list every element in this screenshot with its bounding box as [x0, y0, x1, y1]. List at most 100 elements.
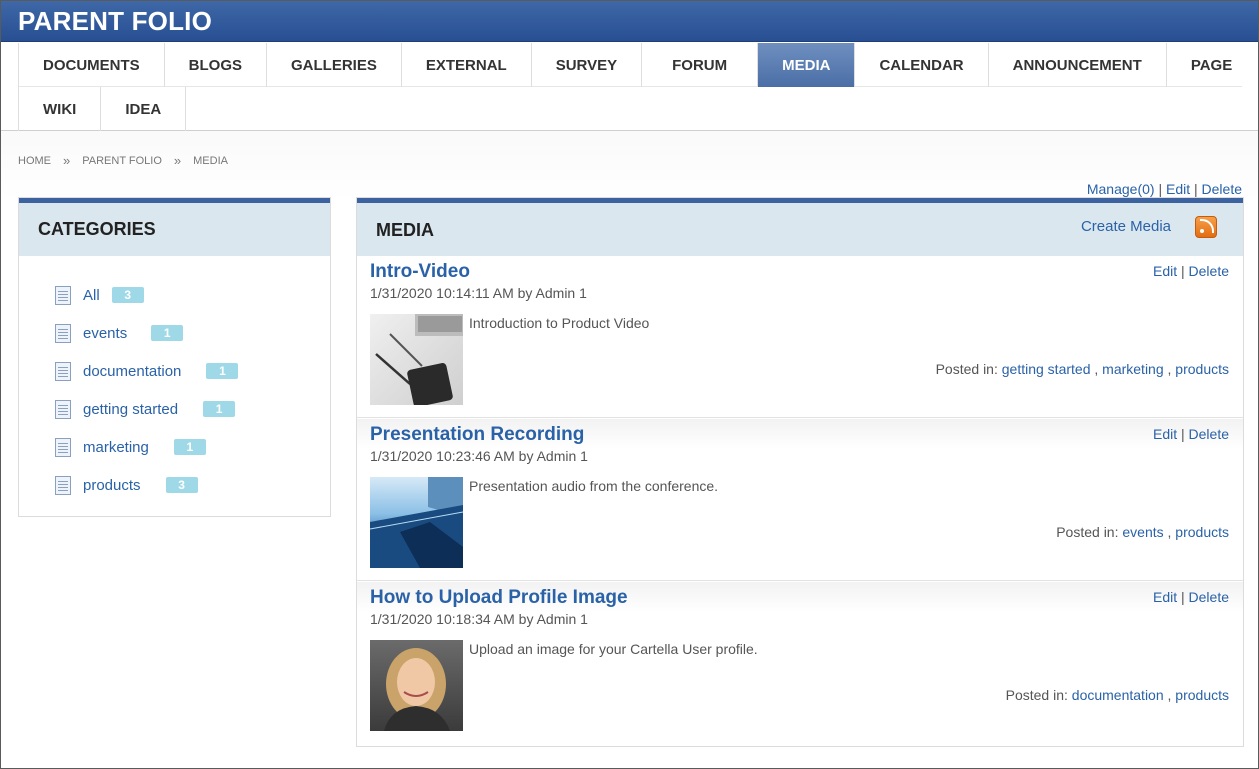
- tag-link[interactable]: documentation: [1072, 687, 1164, 703]
- item-edit-link[interactable]: Edit: [1153, 263, 1177, 279]
- media-item-meta: 1/31/2020 10:23:46 AM by Admin 1: [370, 448, 588, 464]
- tab-forum[interactable]: FORUM: [641, 43, 757, 87]
- document-icon: [55, 399, 71, 419]
- tab-media[interactable]: MEDIA: [757, 43, 855, 87]
- count-badge: 3: [111, 287, 144, 303]
- media-item-meta: 1/31/2020 10:14:11 AM by Admin 1: [370, 285, 587, 301]
- tag-link[interactable]: getting started: [1002, 361, 1091, 377]
- laptop-desk-photo: [375, 314, 463, 405]
- tab-galleries[interactable]: GALLERIES: [266, 43, 401, 87]
- delete-link[interactable]: Delete: [1202, 181, 1242, 197]
- document-icon: [55, 361, 71, 381]
- building-photo: [370, 477, 463, 568]
- manage-link[interactable]: Manage(0): [1087, 181, 1155, 197]
- breadcrumb-separator: »: [63, 153, 71, 168]
- profile-portrait-photo: [384, 648, 450, 731]
- count-badge: 1: [206, 363, 239, 379]
- item-delete-link[interactable]: Delete: [1189, 426, 1229, 442]
- count-badge: 1: [151, 325, 184, 341]
- document-icon: [55, 437, 71, 457]
- item-delete-link[interactable]: Delete: [1189, 589, 1229, 605]
- item-edit-link[interactable]: Edit: [1153, 426, 1177, 442]
- posted-in: Posted in: documentation , products: [1005, 687, 1229, 703]
- categories-title: CATEGORIES: [19, 198, 330, 256]
- category-item: getting started 1: [55, 390, 238, 428]
- media-item-description: Introduction to Product Video: [469, 315, 650, 331]
- category-link-events[interactable]: events: [83, 325, 127, 342]
- breadcrumb-current: MEDIA: [193, 154, 228, 167]
- tab-calendar[interactable]: CALENDAR: [854, 43, 987, 87]
- tag-link[interactable]: products: [1175, 524, 1229, 540]
- posted-label: Posted in:: [1005, 687, 1068, 703]
- categories-list: All 3 events 1 documentation 1 getting s…: [55, 276, 239, 504]
- tab-wiki[interactable]: WIKI: [18, 87, 100, 131]
- media-item-actions: Edit | Delete: [1153, 426, 1229, 442]
- action-separator: |: [1194, 181, 1198, 197]
- posted-in: Posted in: events , products: [1056, 524, 1229, 540]
- media-item-title[interactable]: Intro-Video: [370, 261, 470, 283]
- tag-link[interactable]: products: [1175, 361, 1229, 377]
- category-item: All 3: [55, 276, 238, 314]
- media-thumbnail[interactable]: [370, 477, 463, 568]
- nav-row-2: WIKI IDEA: [18, 87, 187, 131]
- nav-row-1: DOCUMENTS BLOGS GALLERIES EXTERNAL SURVE…: [18, 43, 1242, 87]
- media-item: Presentation Recording 1/31/2020 10:23:4…: [357, 419, 1243, 581]
- tab-blogs[interactable]: BLOGS: [163, 43, 266, 87]
- count-badge: 1: [203, 401, 236, 417]
- main-nav: DOCUMENTS BLOGS GALLERIES EXTERNAL SURVE…: [1, 42, 1258, 131]
- rss-icon[interactable]: [1195, 216, 1217, 238]
- category-link-all[interactable]: All: [83, 287, 100, 304]
- tab-idea[interactable]: IDEA: [100, 87, 187, 131]
- media-item-meta: 1/31/2020 10:18:34 AM by Admin 1: [370, 611, 588, 627]
- posted-label: Posted in:: [1056, 524, 1119, 540]
- media-item-actions: Edit | Delete: [1153, 589, 1229, 605]
- breadcrumb: HOME » PARENT FOLIO » MEDIA: [18, 153, 228, 168]
- posted-label: Posted in:: [935, 361, 998, 377]
- media-item-description: Presentation audio from the conference.: [469, 478, 719, 494]
- action-separator: |: [1181, 263, 1185, 279]
- item-delete-link[interactable]: Delete: [1189, 263, 1229, 279]
- top-actions: Manage(0) | Edit | Delete: [1087, 181, 1242, 197]
- document-icon: [55, 475, 71, 495]
- media-thumbnail[interactable]: [370, 640, 463, 731]
- edit-link[interactable]: Edit: [1166, 181, 1190, 197]
- breadcrumb-home[interactable]: HOME: [18, 155, 51, 167]
- media-thumbnail[interactable]: [370, 314, 463, 405]
- media-item-title[interactable]: Presentation Recording: [370, 424, 584, 446]
- media-panel: MEDIA Create Media Intro-Video 1/31/2020…: [356, 197, 1244, 747]
- media-item: How to Upload Profile Image 1/31/2020 10…: [357, 582, 1243, 744]
- posted-in: Posted in: getting started , marketing ,…: [935, 361, 1229, 377]
- category-link-marketing[interactable]: marketing: [83, 439, 149, 456]
- media-item-title[interactable]: How to Upload Profile Image: [370, 587, 628, 609]
- category-item: products 3: [55, 466, 238, 504]
- tag-link[interactable]: marketing: [1102, 361, 1163, 377]
- folio-title: PARENT FOLIO: [18, 6, 213, 36]
- tab-documents[interactable]: DOCUMENTS: [18, 43, 164, 87]
- category-item: documentation 1: [55, 352, 239, 390]
- category-item: events 1: [55, 314, 238, 352]
- tag-link[interactable]: products: [1175, 687, 1229, 703]
- tab-external[interactable]: EXTERNAL: [400, 43, 531, 87]
- action-separator: |: [1181, 426, 1185, 442]
- category-link-products[interactable]: products: [83, 477, 141, 494]
- action-separator: |: [1158, 181, 1163, 197]
- tab-page[interactable]: PAGE: [1165, 43, 1256, 87]
- document-icon: [55, 285, 71, 305]
- item-edit-link[interactable]: Edit: [1153, 589, 1177, 605]
- category-item: marketing 1: [55, 428, 238, 466]
- breadcrumb-separator: »: [173, 153, 182, 168]
- tab-survey[interactable]: SURVEY: [530, 43, 641, 87]
- media-title: MEDIA: [376, 220, 434, 240]
- tab-announcement[interactable]: ANNOUNCEMENT: [987, 43, 1166, 87]
- page-frame: PARENT FOLIO DOCUMENTS BLOGS GALLERIES E…: [0, 0, 1259, 769]
- categories-panel: CATEGORIES All 3 events 1 documentation …: [18, 197, 331, 517]
- breadcrumb-parent[interactable]: PARENT FOLIO: [82, 155, 162, 167]
- count-badge: 3: [165, 477, 198, 493]
- create-media-link[interactable]: Create Media: [1081, 218, 1171, 235]
- document-icon: [55, 323, 71, 343]
- tag-link[interactable]: events: [1122, 524, 1163, 540]
- media-item: Intro-Video 1/31/2020 10:14:11 AM by Adm…: [357, 256, 1243, 418]
- category-link-documentation[interactable]: documentation: [83, 363, 181, 380]
- category-link-getting-started[interactable]: getting started: [83, 401, 178, 418]
- media-header: MEDIA Create Media: [357, 198, 1243, 256]
